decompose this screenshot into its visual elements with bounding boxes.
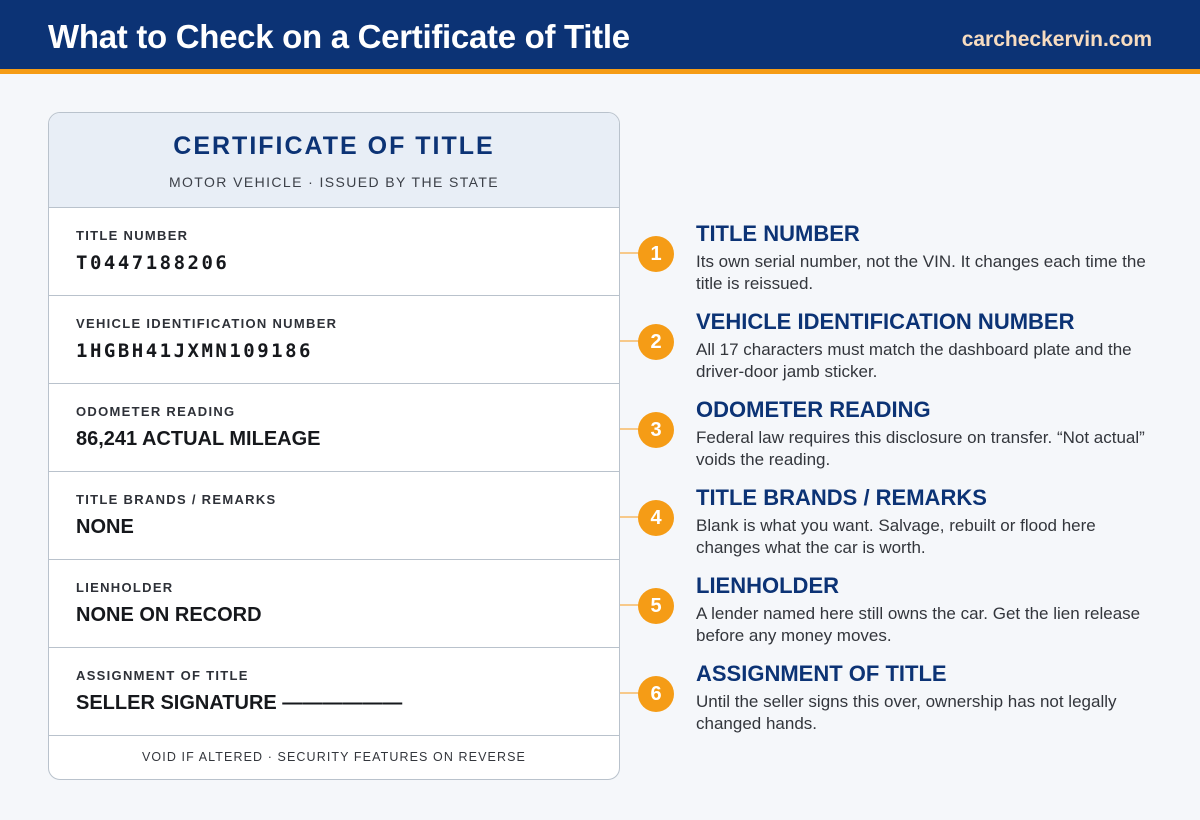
field-lienholder: LIENHOLDER NONE ON RECORD <box>49 560 619 648</box>
callout-title: ODOMETER READING <box>696 397 931 422</box>
callout-title: LIENHOLDER <box>696 573 839 598</box>
callout-title: VEHICLE IDENTIFICATION NUMBER <box>696 309 1075 334</box>
field-value: 86,241 ACTUAL MILEAGE <box>76 428 321 450</box>
field-assignment: ASSIGNMENT OF TITLE SELLER SIGNATURE ———… <box>49 648 619 736</box>
certificate-footer: VOID IF ALTERED · SECURITY FEATURES ON R… <box>142 750 526 764</box>
callout-title: TITLE BRANDS / REMARKS <box>696 485 987 510</box>
connector-line <box>620 340 640 342</box>
certificate-subtitle: MOTOR VEHICLE · ISSUED BY THE STATE <box>168 174 500 190</box>
callout-number-badge: 1 <box>638 236 674 272</box>
connector-line <box>620 692 640 694</box>
certificate-title: CERTIFICATE OF TITLE <box>173 132 495 160</box>
connector-line <box>620 516 640 518</box>
callout-number-badge: 5 <box>638 588 674 624</box>
connector-line <box>620 428 640 430</box>
brand-domain: carcheckervin.com <box>961 28 1152 51</box>
callout-description: A lender named here still owns the car. … <box>696 604 1141 645</box>
callout-number-badge: 3 <box>638 412 674 448</box>
field-value: 1HGBH41JXMN109186 <box>76 340 313 362</box>
callout-odometer: 3 ODOMETER READING Federal law requires … <box>620 397 1180 477</box>
callout-description: Federal law requires this disclosure on … <box>696 428 1145 469</box>
field-label: ODOMETER READING <box>76 404 236 419</box>
page-title: What to Check on a Certificate of Title <box>48 18 630 55</box>
callout-lienholder: 5 LIENHOLDER A lender named here still o… <box>620 573 1180 653</box>
certificate-header: CERTIFICATE OF TITLE MOTOR VEHICLE · ISS… <box>49 113 619 208</box>
connector-line <box>620 252 640 254</box>
field-odometer: ODOMETER READING 86,241 ACTUAL MILEAGE <box>49 384 619 472</box>
field-value: NONE <box>76 516 134 538</box>
field-title-brands: TITLE BRANDS / REMARKS NONE <box>49 472 619 560</box>
field-label: VEHICLE IDENTIFICATION NUMBER <box>76 316 338 331</box>
field-label: TITLE BRANDS / REMARKS <box>76 492 277 507</box>
callout-description: Blank is what you want. Salvage, rebuilt… <box>696 516 1096 557</box>
callout-description: Until the seller signs this over, owners… <box>696 692 1117 733</box>
field-title-number: TITLE NUMBER T0447188206 <box>49 208 619 296</box>
callout-title-number: 1 TITLE NUMBER Its own serial number, no… <box>620 221 1180 301</box>
field-label: LIENHOLDER <box>76 580 174 595</box>
field-label: TITLE NUMBER <box>76 228 189 243</box>
callout-description: All 17 characters must match the dashboa… <box>696 340 1132 381</box>
field-vin: VEHICLE IDENTIFICATION NUMBER 1HGBH41JXM… <box>49 296 619 384</box>
field-value: NONE ON RECORD <box>76 604 262 626</box>
field-label: ASSIGNMENT OF TITLE <box>76 668 249 683</box>
callout-title: ASSIGNMENT OF TITLE <box>696 661 947 686</box>
callout-title-brands: 4 TITLE BRANDS / REMARKS Blank is what y… <box>620 485 1180 565</box>
field-value: T0447188206 <box>76 252 230 274</box>
callout-title: TITLE NUMBER <box>696 221 860 246</box>
callout-vin: 2 VEHICLE IDENTIFICATION NUMBER All 17 c… <box>620 309 1180 389</box>
callout-description: Its own serial number, not the VIN. It c… <box>696 252 1146 293</box>
certificate-card: CERTIFICATE OF TITLE MOTOR VEHICLE · ISS… <box>48 112 620 780</box>
field-value: SELLER SIGNATURE —————— <box>76 692 403 714</box>
callout-assignment: 6 ASSIGNMENT OF TITLE Until the seller s… <box>620 661 1180 741</box>
callout-number-badge: 2 <box>638 324 674 360</box>
callout-number-badge: 6 <box>638 676 674 712</box>
callout-number-badge: 4 <box>638 500 674 536</box>
connector-line <box>620 604 640 606</box>
header-bar: What to Check on a Certificate of Title … <box>0 0 1200 74</box>
